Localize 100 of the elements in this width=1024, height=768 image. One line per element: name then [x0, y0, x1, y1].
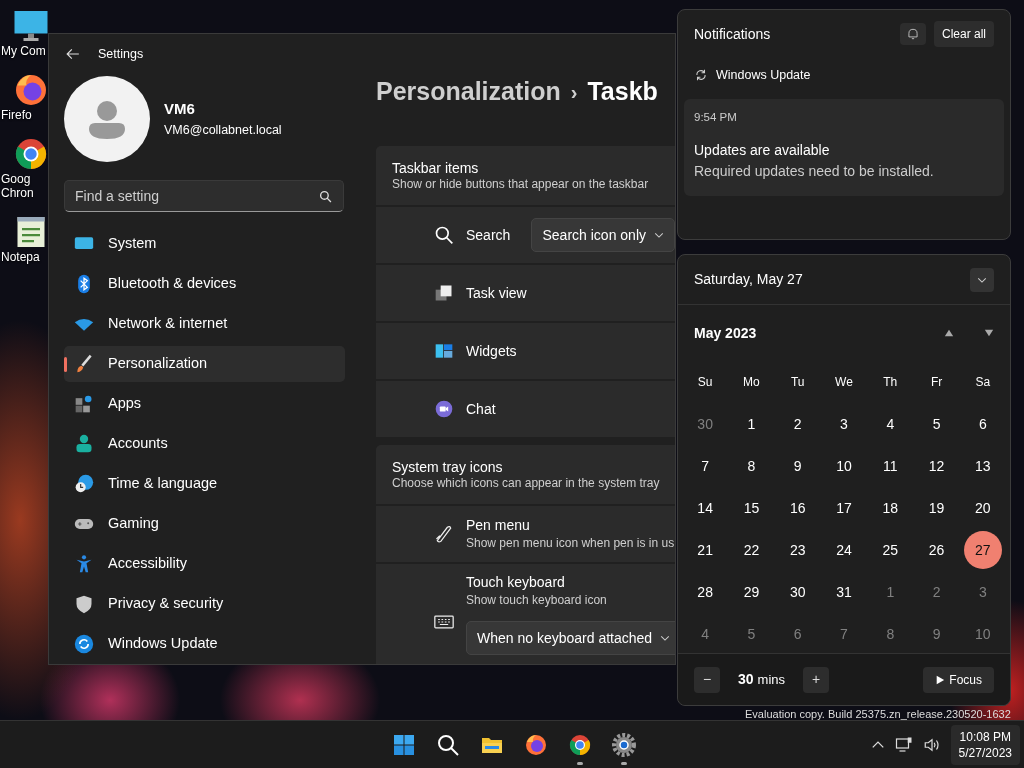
- calendar-day[interactable]: 14: [686, 489, 725, 527]
- calendar-day[interactable]: 10: [825, 447, 863, 485]
- stacked-squares-icon: [434, 283, 454, 304]
- calendar-day[interactable]: 2: [778, 405, 817, 443]
- desktop-icon-label[interactable]: Notepa: [0, 250, 40, 264]
- calendar-day[interactable]: 9: [778, 447, 817, 485]
- fox-globe-icon[interactable]: [13, 72, 49, 108]
- weekday-label: Sa: [974, 374, 992, 391]
- decrease-button[interactable]: −: [694, 666, 720, 693]
- calendar-day[interactable]: 6: [778, 615, 817, 653]
- calendar-day[interactable]: 26: [917, 531, 956, 569]
- nav-item[interactable]: Personalization: [64, 346, 345, 382]
- user-name: VM6: [164, 99, 196, 120]
- calendar-day[interactable]: 4: [686, 615, 725, 653]
- clear-all-button[interactable]: Clear all: [934, 21, 994, 47]
- calendar-day[interactable]: 22: [732, 531, 771, 569]
- clock[interactable]: 10:08 PM 5/27/2023: [950, 725, 1020, 765]
- desktop-icon-label[interactable]: My Com: [0, 44, 46, 58]
- shield-icon: [74, 594, 94, 614]
- desktop-icon-label[interactable]: Firefo: [0, 108, 32, 122]
- calendar-day[interactable]: 2: [917, 573, 956, 611]
- dropdown[interactable]: When no keyboard attached: [466, 621, 675, 656]
- speaker-icon[interactable]: [922, 736, 941, 754]
- sync-icon: [694, 68, 708, 83]
- setting-label: Chat: [466, 400, 496, 418]
- notification-body: Required updates need to be installed.: [694, 162, 935, 181]
- calendar-day[interactable]: 16: [778, 489, 817, 527]
- desktop-icon-label[interactable]: Chron: [0, 186, 34, 200]
- back-arrow-icon[interactable]: [66, 47, 80, 61]
- calendar-day[interactable]: 21: [686, 531, 725, 569]
- desktop-icon-label[interactable]: Goog: [0, 172, 31, 186]
- nav-item[interactable]: Time & language: [64, 466, 345, 502]
- nav-item[interactable]: Windows Update: [64, 626, 345, 662]
- search-icon[interactable]: [436, 733, 460, 757]
- calendar-day[interactable]: 3: [963, 573, 1002, 611]
- calendar-day[interactable]: 28: [686, 573, 725, 611]
- weekday-label: Mo: [742, 374, 761, 391]
- calendar-day[interactable]: 13: [963, 447, 1002, 485]
- setting-description: Show pen menu icon when pen is in us: [466, 534, 675, 552]
- nav-item[interactable]: Network & internet: [64, 306, 345, 342]
- calendar-day[interactable]: 5: [732, 615, 771, 653]
- up-triangle-icon[interactable]: [944, 328, 954, 338]
- nav-item[interactable]: Accessibility: [64, 546, 345, 582]
- search-field[interactable]: Find a setting: [64, 180, 344, 212]
- calendar-day[interactable]: 1: [871, 573, 910, 611]
- calendar-day[interactable]: 31: [825, 573, 863, 611]
- calendar-day[interactable]: 23: [778, 531, 817, 569]
- dropdown[interactable]: Search icon only: [531, 218, 675, 253]
- calendar-day[interactable]: 11: [871, 447, 910, 485]
- focus-button[interactable]: Focus: [923, 666, 994, 693]
- snooze-button[interactable]: [900, 23, 926, 45]
- calendar-day[interactable]: 30: [686, 405, 725, 443]
- calendar-day[interactable]: 24: [825, 531, 863, 569]
- apps-icon: [74, 394, 94, 414]
- nav-item[interactable]: Bluetooth & devices: [64, 266, 345, 302]
- calendar-day[interactable]: 27: [963, 531, 1002, 569]
- notification-card[interactable]: 9:54 PM Updates are available Required updates need to be installed.: [684, 98, 1004, 196]
- calendar-day[interactable]: 25: [871, 531, 910, 569]
- play-icon: [935, 674, 946, 685]
- nav-item[interactable]: Gaming: [64, 506, 345, 542]
- nav-item[interactable]: Privacy & security: [64, 586, 345, 622]
- nav-item[interactable]: System: [64, 226, 345, 262]
- calendar-day[interactable]: 4: [871, 405, 910, 443]
- chrome-ball-icon[interactable]: [13, 136, 49, 172]
- gear-icon[interactable]: [612, 733, 636, 757]
- nav-item[interactable]: Accounts: [64, 426, 345, 462]
- nav-item[interactable]: Apps: [64, 386, 345, 422]
- calendar-day[interactable]: 7: [825, 615, 863, 653]
- panel-title: Notifications: [694, 24, 771, 44]
- calendar-day[interactable]: 15: [732, 489, 771, 527]
- calendar-day[interactable]: 3: [825, 405, 863, 443]
- chrome-ball-icon[interactable]: [568, 733, 592, 757]
- calendar-day[interactable]: 6: [963, 405, 1002, 443]
- setting-label: Task view: [466, 284, 527, 302]
- calendar-day[interactable]: 1: [732, 405, 771, 443]
- windows-logo-icon[interactable]: [392, 733, 416, 757]
- calendar-day[interactable]: 10: [963, 615, 1002, 653]
- monitor-icon[interactable]: [13, 8, 49, 44]
- section-title: System tray icons: [392, 459, 504, 476]
- calendar-day[interactable]: 30: [778, 573, 817, 611]
- section-title: Taskbar items: [392, 160, 480, 177]
- calendar-day[interactable]: 5: [917, 405, 956, 443]
- weekday-label: Fr: [929, 374, 944, 391]
- calendar-day[interactable]: 17: [825, 489, 863, 527]
- calendar-day[interactable]: 7: [686, 447, 725, 485]
- calendar-day[interactable]: 8: [871, 615, 910, 653]
- calendar-day[interactable]: 8: [732, 447, 771, 485]
- collapse-button[interactable]: [970, 267, 994, 292]
- calendar-day[interactable]: 12: [917, 447, 956, 485]
- breadcrumb-link[interactable]: Personalization: [376, 73, 561, 111]
- page-title: Taskb: [587, 76, 658, 108]
- down-triangle-icon[interactable]: [984, 328, 994, 338]
- calendar-day[interactable]: 9: [917, 615, 956, 653]
- network-monitor-icon[interactable]: [894, 736, 913, 754]
- fox-globe-icon[interactable]: [524, 733, 548, 757]
- calendar-day[interactable]: 18: [871, 489, 910, 527]
- calendar-day[interactable]: 29: [732, 573, 771, 611]
- calendar-day[interactable]: 20: [963, 489, 1002, 527]
- calendar-day[interactable]: 19: [917, 489, 956, 527]
- increase-button[interactable]: +: [803, 666, 830, 693]
